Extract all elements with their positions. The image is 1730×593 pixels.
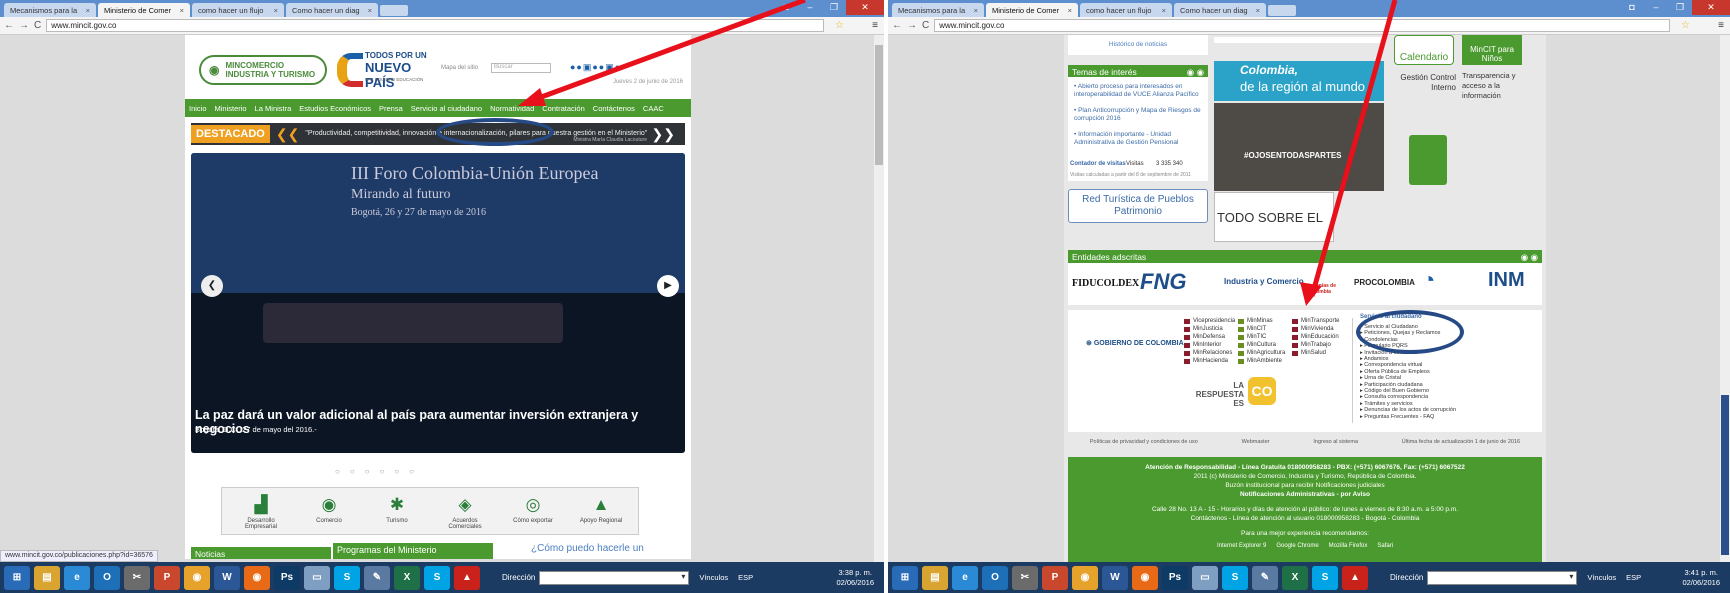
start-icon[interactable]: ⊞	[892, 565, 918, 590]
scrollbar[interactable]	[874, 35, 884, 562]
notepad-icon[interactable]: ▭	[1192, 565, 1218, 590]
clock[interactable]: 3:41 p. m. 02/06/2016	[1682, 568, 1720, 588]
word-icon[interactable]: W	[1102, 565, 1128, 590]
status-bar-url: www.mincit.gov.co/publicaciones.php?id=3…	[0, 550, 158, 562]
scrollbar[interactable]	[1720, 35, 1730, 562]
arrow-shaft	[524, 0, 806, 106]
ie-icon[interactable]: e	[952, 565, 978, 590]
start-icon[interactable]: ⊞	[4, 565, 30, 590]
arrow-shaft	[1309, 0, 1398, 297]
powerpoint-icon[interactable]: P	[1042, 565, 1068, 590]
clock-time: 3:41 p. m.	[1684, 567, 1718, 577]
vinculos-label[interactable]: Vínculos	[1587, 573, 1616, 582]
chrome-icon[interactable]: ◉	[1072, 565, 1098, 590]
scroll-thumb[interactable]	[1721, 395, 1729, 555]
annotation-arrow	[1300, 0, 1398, 306]
language-indicator[interactable]: ESP	[738, 573, 753, 582]
direccion-input[interactable]: ▾	[539, 570, 690, 585]
tool-icon[interactable]: ✂	[124, 565, 150, 590]
clock[interactable]: 3:38 p. m. 02/06/2016	[836, 568, 874, 588]
direccion-label: Dirección	[1390, 573, 1424, 582]
annotation-arrow	[518, 0, 806, 106]
tool-icon[interactable]: ✂	[1012, 565, 1038, 590]
excel-icon[interactable]: X	[394, 565, 420, 590]
direccion-input[interactable]: ▾	[1427, 570, 1578, 585]
outlook-icon[interactable]: O	[94, 565, 120, 590]
excel-icon[interactable]: X	[1282, 565, 1308, 590]
notepad-icon[interactable]: ▭	[304, 565, 330, 590]
firefox-icon[interactable]: ◉	[1132, 565, 1158, 590]
outlook-icon[interactable]: O	[982, 565, 1008, 590]
pen-icon[interactable]: ✎	[364, 565, 390, 590]
skype-icon[interactable]: S	[424, 565, 450, 590]
skype-icon[interactable]: S	[1312, 565, 1338, 590]
acrobat-icon[interactable]: ▲	[1342, 565, 1368, 590]
clock-date: 02/06/2016	[1682, 577, 1720, 587]
ie-icon[interactable]: e	[64, 565, 90, 590]
powerpoint-icon[interactable]: P	[154, 565, 180, 590]
taskbar: ⊞ ▤ e O ✂ P ◉ W ◉ Ps ▭ S ✎ X S ▲ Direcci…	[0, 562, 884, 593]
arrow-head	[1300, 282, 1322, 306]
clock-time: 3:38 p. m.	[838, 567, 872, 577]
pen-icon[interactable]: ✎	[1252, 565, 1278, 590]
clock-date: 02/06/2016	[836, 577, 874, 587]
folder-icon[interactable]: ▤	[34, 565, 60, 590]
language-indicator[interactable]: ESP	[1626, 573, 1641, 582]
word-icon[interactable]: W	[214, 565, 240, 590]
folder-icon[interactable]: ▤	[922, 565, 948, 590]
vinculos-label[interactable]: Vínculos	[699, 573, 728, 582]
acrobat-icon[interactable]: ▲	[454, 565, 480, 590]
firefox-icon[interactable]: ◉	[244, 565, 270, 590]
right-screenshot: Mecanismos para la × Ministerio de Comer ×…	[888, 0, 1730, 593]
skype-icon[interactable]: S	[334, 565, 360, 590]
direccion-label: Dirección	[502, 573, 536, 582]
skype-icon[interactable]: S	[1222, 565, 1248, 590]
taskbar: ⊞ ▤ e O ✂ P ◉ W ◉ Ps ▭ S ✎ X S ▲ Direcci…	[888, 562, 1730, 593]
left-screenshot: Mecanismos para la × Ministerio de Comer ×…	[0, 0, 884, 593]
scroll-thumb[interactable]	[875, 45, 883, 165]
chrome-icon[interactable]: ◉	[184, 565, 210, 590]
arrow-head	[518, 88, 546, 106]
photoshop-icon[interactable]: Ps	[1162, 565, 1188, 590]
photoshop-icon[interactable]: Ps	[274, 565, 300, 590]
